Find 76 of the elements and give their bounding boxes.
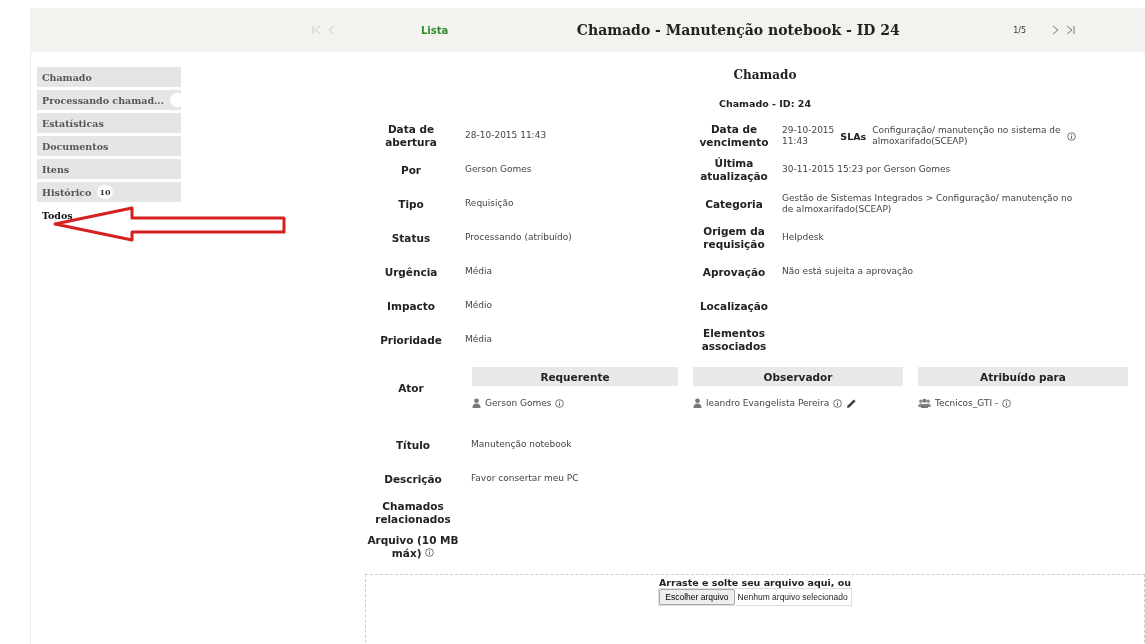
sidebar-tab[interactable]: Estatísticas [37, 113, 181, 133]
tab-label: Estatísticas [42, 117, 104, 129]
info-icon[interactable] [1002, 398, 1012, 408]
last-page-icon[interactable] [1066, 25, 1076, 35]
column-header: Observador [693, 367, 903, 386]
field-label: Data de vencimento [698, 123, 770, 149]
field-label: Aprovação [701, 265, 767, 279]
field-label: Localização [698, 299, 770, 313]
field-label: Prioridade [379, 333, 443, 347]
field-value: Favor consertar meu PC [471, 473, 579, 485]
field-label: Categoria [704, 197, 764, 211]
tab-label: Chamado [42, 71, 92, 83]
sla-label: SLAs [840, 130, 867, 142]
tab-label: Itens [42, 163, 70, 175]
field-value: 28-10-2015 11:43 [465, 130, 547, 142]
field-label: Status [390, 231, 432, 245]
tab-label: Todos [42, 209, 73, 221]
sidebar-tab[interactable]: Histórico 10 [37, 182, 181, 202]
sidebar-tab[interactable]: Chamado [37, 67, 181, 87]
field-value: Processando (atribuído) [465, 232, 572, 244]
page-title: Chamado - Manutenção notebook - ID 24 [575, 22, 901, 38]
field-label: Arquivo (10 MB máx) [366, 534, 460, 560]
actor-name: Tecnicos_GTI - [935, 398, 999, 408]
tab-label: Documentos [42, 140, 109, 152]
field-value: Média [465, 334, 493, 346]
field-label: Impacto [386, 299, 436, 313]
field-value: Gerson Gomes [465, 164, 532, 176]
field-value: Manutenção notebook [471, 439, 572, 451]
tab-label: Histórico [42, 186, 92, 198]
sidebar-tab[interactable]: Documentos [37, 136, 181, 156]
actor-name: leandro Evangelista Pereira [706, 398, 830, 408]
sla-value: Configuração/ manutenção no sistema de almoxarifado(SCEAP) [872, 124, 1061, 148]
person-icon [693, 398, 702, 408]
people-icon [918, 398, 931, 408]
field-value: Não está sujeita a aprovação [782, 266, 913, 278]
file-input[interactable]: Escolher arquivo Nenhum arquivo selecionado [658, 588, 852, 606]
field-value: Médio [465, 300, 493, 312]
actor-name: Gerson Gomes [485, 398, 552, 408]
drop-prompt: Arraste e solte seu arquivo aqui, ou [658, 577, 852, 588]
field-value: Requisição [465, 198, 514, 210]
field-label: Chamados relacionados [374, 500, 452, 526]
section-heading: Chamado [732, 68, 798, 82]
field-label: Origem da requisição [702, 225, 766, 251]
field-label: Título [394, 438, 432, 452]
choose-file-button[interactable]: Escolher arquivo [659, 589, 735, 605]
list-link[interactable]: Lista [421, 24, 449, 36]
info-icon[interactable] [833, 398, 843, 408]
field-label: Ator [397, 382, 425, 395]
column-header: Requerente [472, 367, 678, 386]
field-label: Urgência [383, 265, 439, 279]
info-icon[interactable] [425, 548, 435, 557]
next-page-icon[interactable] [1051, 25, 1061, 35]
info-icon[interactable] [1066, 131, 1076, 141]
field-label: Última atualização [699, 157, 769, 183]
drop-zone[interactable]: Arraste e solte seu arquivo aqui, ou Escolher arquivo Nenhum arquivo selecionado [365, 574, 1145, 644]
field-label: Tipo [397, 197, 425, 211]
sidebar-tab[interactable]: Itens [37, 159, 181, 179]
field-label: Elementos associados [700, 327, 768, 353]
sidebar-tab[interactable]: Processando chamad... [37, 90, 181, 110]
count-badge: 10 [97, 185, 113, 199]
column-header: Atribuído para [918, 367, 1128, 386]
info-icon[interactable] [555, 398, 565, 408]
field-value: Gestão de Sistemas Integrados > Configuração/ manutenção no de almoxarifado(SCEAP) [782, 192, 1073, 216]
field-value: Helpdesk [782, 232, 824, 244]
ticket-id: Chamado - ID: 24 [717, 98, 813, 109]
field-value: Média [465, 266, 493, 278]
tab-label: Processando chamad... [42, 94, 164, 106]
field-label: Data de abertura [384, 123, 438, 149]
page-counter: 1/5 [1013, 25, 1027, 35]
file-status: Nenhum arquivo selecionado [737, 592, 848, 602]
field-value: 30-11-2015 15:23 por Gerson Gomes [782, 164, 951, 176]
field-label: Descrição [383, 472, 443, 486]
pencil-icon[interactable] [846, 397, 858, 409]
field-value: 29-10-2015 11:43 [782, 124, 835, 148]
field-label: Por [399, 163, 423, 177]
person-icon [472, 398, 481, 408]
